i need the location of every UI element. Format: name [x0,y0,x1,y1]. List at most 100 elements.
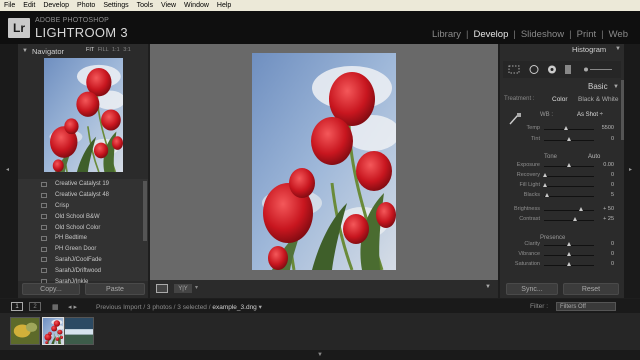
slider-handle[interactable] [542,183,547,187]
slider-track[interactable] [544,210,594,211]
slider-value[interactable]: 0 [594,172,614,178]
module-web[interactable]: Web [607,29,630,40]
slider-handle[interactable] [566,252,571,256]
filmstrip-thumb[interactable] [10,317,40,345]
menu-view[interactable]: View [157,2,180,9]
tone-auto-button[interactable]: Auto [588,154,600,160]
preset-label: Old School Color [55,224,101,231]
basic-panel-title[interactable]: Basic [588,82,608,91]
slider-value[interactable]: 0 [594,136,614,142]
slider-value[interactable]: + 50 [594,206,614,212]
slider-value[interactable]: 0 [594,251,614,257]
filename-chevron-icon[interactable]: ▾ [257,304,262,311]
slider-value[interactable]: 0 [594,182,614,188]
right-panel-scrollbar[interactable] [621,80,624,140]
spot-removal-icon[interactable] [529,65,539,74]
navigator-zoom-options[interactable]: FIT FILL 1:1 3:1 [86,47,131,53]
slider-handle[interactable] [566,262,571,266]
presets-scrollbar[interactable] [143,181,147,241]
crop-icon[interactable] [508,65,520,74]
slider-track[interactable] [544,186,594,187]
treatment-bw-option[interactable]: Black & White [578,96,618,103]
slider-handle[interactable] [544,193,549,197]
histogram-collapse-icon[interactable]: ▼ [615,46,621,52]
primary-window-button[interactable]: 1 [11,302,23,311]
preset-item[interactable]: PH Bedtime [18,233,148,244]
adjustment-brush-icon[interactable] [584,67,588,72]
toolbar-menu-icon[interactable]: ▼ [485,284,491,290]
slider-value[interactable]: 5500 [594,125,614,131]
slider-value[interactable]: + 25 [594,216,614,222]
before-after-icon[interactable]: Y|Y [174,284,192,293]
sync-button[interactable]: Sync... [506,283,558,295]
slider-handle[interactable] [564,126,568,130]
slider-value[interactable]: 0 [594,261,614,267]
preset-item[interactable]: SarahJ/CoolFade [18,255,148,266]
navigator-preview[interactable] [44,58,123,172]
slider-handle[interactable] [579,207,583,211]
right-panel-edge[interactable]: ▸ [624,44,640,298]
navigator-collapse-icon[interactable]: ▼ [22,48,28,54]
grid-view-icon[interactable]: ▦ [52,303,59,311]
menu-help[interactable]: Help [213,2,235,9]
slider-track[interactable] [544,196,594,197]
module-develop[interactable]: Develop [472,29,511,40]
histogram-title[interactable]: Histogram [572,45,606,54]
secondary-window-button[interactable]: 2 [29,302,41,311]
slider-value[interactable]: 0.00 [594,162,614,168]
slider-handle[interactable] [566,137,571,141]
preset-item[interactable]: PH Green Door [18,244,148,255]
slider-track[interactable] [544,220,594,221]
menu-settings[interactable]: Settings [99,2,132,9]
zoom-fill[interactable]: FILL [98,47,109,53]
slider-handle[interactable] [542,173,547,177]
filmstrip-thumb[interactable] [64,317,94,345]
reset-button[interactable]: Reset [563,283,619,295]
collapse-left-icon[interactable]: ◂ [6,166,9,173]
preset-item[interactable]: Old School B&W [18,211,148,222]
menu-bar: File Edit Develop Photo Settings Tools View Win… [0,0,640,11]
basic-collapse-icon[interactable]: ▼ [613,84,619,90]
left-panel-edge[interactable]: ◂ [0,44,18,298]
menu-tools[interactable]: Tools [133,2,157,9]
module-library[interactable]: Library [430,29,463,40]
treatment-color-option[interactable]: Color [552,96,568,103]
slider-handle[interactable] [572,217,577,221]
zoom-fit[interactable]: FIT [86,47,94,53]
menu-photo[interactable]: Photo [73,2,99,9]
view-options-chevron-icon[interactable]: ▾ [195,284,198,291]
filter-select[interactable]: Filters Off [556,302,616,311]
zoom-1to1[interactable]: 1:1 [112,47,120,53]
menu-file[interactable]: File [0,2,19,9]
loupe-view-icon[interactable] [156,284,168,293]
filmstrip-thumb-selected[interactable] [42,317,64,345]
preset-item[interactable]: Crisp [18,201,148,212]
white-balance-eyedropper-icon[interactable] [507,112,523,126]
preset-item[interactable]: Creative Catalyst 48 [18,190,148,201]
zoom-ratio[interactable]: 3:1 [123,47,131,53]
filter-label: Filter : [530,303,549,310]
menu-window[interactable]: Window [180,2,213,9]
filmstrip-source-info[interactable]: Previous Import / 3 photos / 3 selected … [96,303,262,311]
collapse-right-icon[interactable]: ▸ [629,166,632,173]
slider-handle[interactable] [566,163,571,167]
slider-value[interactable]: 5 [594,192,614,198]
preset-item[interactable]: SarahJ/Driftwood [18,265,148,276]
preset-item[interactable]: Creative Catalyst 19 [18,179,148,190]
slider-value[interactable]: 0 [594,241,614,247]
menu-edit[interactable]: Edit [19,2,39,9]
filmstrip-collapse-icon[interactable]: ▼ [317,352,323,358]
preset-item[interactable]: Old School Color [18,222,148,233]
module-print[interactable]: Print [575,29,599,40]
slider-track[interactable] [544,176,594,177]
graduated-filter-icon[interactable] [565,65,571,74]
paste-button[interactable]: Paste [85,283,145,295]
back-forward-icon[interactable]: ◂ ▸ [68,303,77,311]
menu-develop[interactable]: Develop [39,2,73,9]
module-slideshow[interactable]: Slideshow [519,29,566,40]
slider-handle[interactable] [566,242,571,246]
main-photo-tulips[interactable] [252,53,396,270]
copy-button[interactable]: Copy... [22,283,80,295]
wb-select[interactable]: As Shot ÷ [577,112,603,118]
slider-track[interactable] [544,129,594,130]
